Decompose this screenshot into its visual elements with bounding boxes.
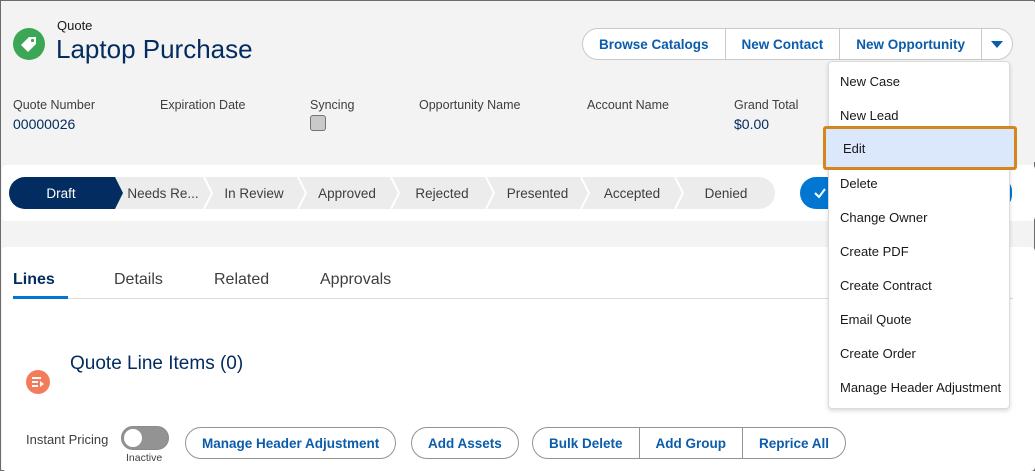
instant-pricing-toggle[interactable] [121, 426, 169, 450]
page-title: Laptop Purchase [56, 34, 253, 64]
toggle-state-label: Inactive [126, 452, 163, 464]
chevron-down-icon [991, 40, 1004, 48]
field-label: Account Name [587, 98, 669, 112]
tab-approvals[interactable]: Approvals [320, 271, 391, 299]
path-stage-needs-review[interactable]: Needs Re... [117, 177, 209, 209]
record-type-label: Quote [57, 18, 93, 33]
browse-catalogs-button[interactable]: Browse Catalogs [583, 29, 726, 59]
toggle-knob [124, 429, 142, 447]
path-stage-presented[interactable]: Presented [491, 177, 584, 209]
tab-lines[interactable]: Lines [13, 271, 68, 299]
line-actions-group: Bulk Delete Add Group Reprice All [532, 427, 847, 459]
new-contact-button[interactable]: New Contact [726, 29, 841, 59]
field-syncing: Syncing [310, 98, 354, 131]
field-expiration-date: Expiration Date [160, 98, 245, 112]
stage-path: Draft Needs Re... In Review Approved Rej… [9, 177, 775, 209]
field-value: 00000026 [13, 116, 76, 132]
field-value: $0.00 [734, 116, 770, 132]
more-actions-button[interactable] [982, 29, 1012, 59]
menu-item-edit[interactable]: Edit [823, 126, 1017, 170]
header-action-group: Browse Catalogs New Contact New Opportun… [582, 28, 1014, 60]
field-label: Grand Total [734, 98, 799, 112]
menu-item-create-contract[interactable]: Create Contract [829, 268, 1009, 302]
field-label: Expiration Date [160, 98, 246, 112]
quote-line-items-title: Quote Line Items (0) [70, 353, 244, 374]
field-account-name: Account Name [587, 98, 669, 112]
tab-details[interactable]: Details [114, 271, 163, 299]
new-opportunity-button[interactable]: New Opportunity [840, 29, 983, 59]
menu-item-new-case[interactable]: New Case [829, 64, 1009, 98]
path-stage-approved[interactable]: Approved [302, 177, 392, 209]
path-stage-accepted[interactable]: Accepted [586, 177, 678, 209]
menu-item-manage-header-adjustment[interactable]: Manage Header Adjustment [829, 370, 1009, 404]
more-actions-menu: New Case New Lead Edit Delete Change Own… [823, 61, 1017, 409]
bulk-delete-button[interactable]: Bulk Delete [533, 428, 640, 458]
tab-related[interactable]: Related [214, 271, 269, 299]
field-label: Syncing [310, 98, 355, 112]
field-quote-number: Quote Number 00000026 [13, 98, 95, 132]
path-stage-rejected[interactable]: Rejected [396, 177, 488, 209]
path-stage-draft[interactable]: Draft [9, 177, 113, 209]
quote-line-items-icon [26, 370, 50, 394]
path-stage-denied[interactable]: Denied [681, 177, 771, 209]
add-assets-button[interactable]: Add Assets [411, 427, 519, 459]
field-grand-total: Grand Total $0.00 [734, 98, 798, 132]
manage-header-adjustment-button[interactable]: Manage Header Adjustment [185, 427, 397, 459]
path-stage-in-review[interactable]: In Review [209, 177, 299, 209]
reprice-all-button[interactable]: Reprice All [743, 428, 845, 458]
app-frame: Quote Laptop Purchase Browse Catalogs Ne… [0, 0, 1035, 471]
syncing-checkbox [310, 115, 326, 131]
menu-item-create-order[interactable]: Create Order [829, 336, 1009, 370]
menu-item-change-owner[interactable]: Change Owner [829, 200, 1009, 234]
add-group-button[interactable]: Add Group [640, 428, 744, 458]
instant-pricing-label: Instant Pricing [26, 432, 109, 447]
checkmark-icon [814, 188, 826, 199]
quote-tag-icon [13, 28, 45, 60]
field-label: Opportunity Name [419, 98, 521, 112]
menu-item-create-pdf[interactable]: Create PDF [829, 234, 1009, 268]
menu-item-email-quote[interactable]: Email Quote [829, 302, 1009, 336]
field-opportunity-name: Opportunity Name [419, 98, 520, 112]
field-label: Quote Number [13, 98, 95, 112]
menu-item-delete[interactable]: Delete [829, 166, 1009, 200]
